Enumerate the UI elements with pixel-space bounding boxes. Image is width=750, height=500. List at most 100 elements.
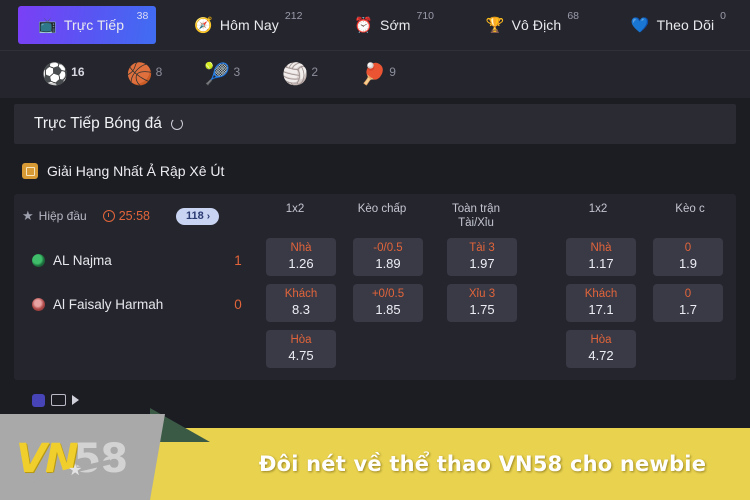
match-period-label: Hiệp đầu xyxy=(38,209,87,223)
markets-count-badge[interactable]: 118 › xyxy=(175,207,220,225)
page-title: Trực Tiếp Bóng đá xyxy=(34,115,162,132)
match-header: ★ Hiệp đầu 25:58 118 › 1x2 Kèo chấp Toàn… xyxy=(14,194,736,238)
column-header-handicap-b: Kèo c xyxy=(644,202,736,231)
odds-column-handicap-b: 0 1.9 0 1.7 xyxy=(640,238,736,368)
odds-label: Nhà xyxy=(290,242,312,255)
odds-label: Khách xyxy=(284,288,318,301)
league-header[interactable]: Giải Hạng Nhất Ả Rập Xê Út xyxy=(0,152,750,190)
odds-label: Khách xyxy=(584,288,618,301)
nav-tab-label: Sớm xyxy=(380,17,411,33)
sport-filter-tennis[interactable]: 🎾 3 xyxy=(204,64,240,85)
odds-cell[interactable]: Nhà 1.26 xyxy=(266,238,336,276)
odds-cell[interactable]: Xỉu 3 1.75 xyxy=(447,284,517,322)
odds-cell[interactable]: -0/0.5 1.89 xyxy=(353,238,423,276)
odds-label: Hòa xyxy=(290,334,312,347)
odds-cell[interactable]: Khách 8.3 xyxy=(266,284,336,322)
promo-banner: VN 58 ★ Đôi nét về thể thao VN58 cho new… xyxy=(0,408,750,500)
odds-value: 1.97 xyxy=(469,255,495,271)
column-sublabel: Toàn trận xyxy=(452,202,500,215)
odds-label: +0/0.5 xyxy=(371,288,405,301)
odds-label: Nhà xyxy=(590,242,612,255)
odds-cell[interactable]: +0/0.5 1.85 xyxy=(353,284,423,322)
column-header-1x2-a: 1x2 xyxy=(256,202,334,231)
match-status-group: ★ Hiệp đầu 25:58 118 › xyxy=(14,207,252,225)
odds-cell[interactable]: 0 1.7 xyxy=(653,284,723,322)
sport-count: 8 xyxy=(155,65,163,79)
odds-area: Nhà 1.26 Khách 8.3 Hòa 4.75 -0/0.5 1.89 … xyxy=(258,238,736,368)
column-header-1x2-b: 1x2 xyxy=(552,202,644,231)
clock-icon xyxy=(102,210,115,222)
sportsbook-screenshot: 📺 Trực Tiếp 38 🧭 Hôm Nay 212 ⏰ Sớm 710 🏆… xyxy=(0,0,750,500)
nav-tab-early[interactable]: ⏰ Sớm 710 xyxy=(342,6,448,44)
column-header-over-under: Toàn trận Tài/Xỉu xyxy=(430,202,522,231)
nav-tab-count: 0 xyxy=(720,10,727,22)
table-row[interactable]: AL Najma 1 xyxy=(32,238,258,282)
odds-cell[interactable]: Hòa 4.72 xyxy=(566,330,636,368)
nav-tab-today[interactable]: 🧭 Hôm Nay 212 xyxy=(182,6,316,44)
tennis-ball-icon: 🎾 xyxy=(204,63,231,86)
sport-filter-basketball[interactable]: 🏀 8 xyxy=(127,64,163,85)
league-badge-icon xyxy=(22,163,38,179)
match-body: AL Najma 1 Al Faisaly Harmah 0 Nhà 1.26 xyxy=(14,238,736,380)
star-icon[interactable]: ★ xyxy=(22,208,34,224)
table-tennis-icon: 🏓 xyxy=(360,63,387,86)
sport-filter-volleyball[interactable]: 🏐 2 xyxy=(282,64,318,85)
app-tile-icon xyxy=(32,393,45,407)
primary-nav: 📺 Trực Tiếp 38 🧭 Hôm Nay 212 ⏰ Sớm 710 🏆… xyxy=(0,0,750,50)
odds-column-1x2-a: Nhà 1.26 Khách 8.3 Hòa 4.75 xyxy=(262,238,340,368)
nav-tab-champion[interactable]: 🏆 Vô Địch 68 xyxy=(474,6,593,44)
column-label: Kèo chấp xyxy=(357,202,407,215)
nav-tab-label: Hôm Nay xyxy=(219,17,279,33)
odds-label: Xỉu 3 xyxy=(468,288,496,301)
odds-group-primary: Nhà 1.26 Khách 8.3 Hòa 4.75 -0/0.5 1.89 … xyxy=(258,238,528,368)
odds-column-over-under: Tài 3 1.97 Xỉu 3 1.75 xyxy=(436,238,528,368)
team-crest-icon xyxy=(32,253,45,267)
column-header-handicap-a: Kèo chấp xyxy=(334,202,430,231)
column-label: Tài/Xỉu xyxy=(458,217,494,229)
odds-value: 4.72 xyxy=(588,347,614,363)
odds-label: -0/0.5 xyxy=(373,242,403,255)
odds-cell[interactable]: Hòa 4.75 xyxy=(266,330,336,368)
sport-count: 3 xyxy=(233,65,241,79)
odds-value: 1.26 xyxy=(288,255,314,271)
odds-cell[interactable]: Khách 17.1 xyxy=(566,284,636,322)
trophy-icon: 🏆 xyxy=(485,16,505,34)
market-column-headers: 1x2 Kèo chấp Toàn trận Tài/Xỉu 1x2 Kèo c xyxy=(252,202,736,231)
basketball-icon: 🏀 xyxy=(126,63,153,86)
live-video-icon: 📺 xyxy=(38,16,57,34)
odds-value: 4.75 xyxy=(288,347,314,363)
sport-filter-table-tennis[interactable]: 🏓 9 xyxy=(360,64,396,85)
match-panel: ★ Hiệp đầu 25:58 118 › 1x2 Kèo chấp Toàn… xyxy=(14,194,736,380)
alarm-clock-icon: ⏰ xyxy=(354,16,373,34)
nav-tab-count: 68 xyxy=(567,10,579,22)
next-match-row-partial[interactable] xyxy=(14,388,736,412)
odds-cell[interactable]: 0 1.9 xyxy=(653,238,723,276)
column-label: 1x2 xyxy=(588,202,608,215)
odds-label: 0 xyxy=(684,288,692,301)
column-label: Kèo c xyxy=(675,202,705,215)
sport-count: 16 xyxy=(71,65,85,79)
team-name: Al Faisaly Harmah xyxy=(53,296,164,312)
odds-label: 0 xyxy=(684,242,692,255)
refresh-spinner-icon[interactable] xyxy=(170,118,183,130)
play-icon xyxy=(72,395,79,405)
star-icon: ★ xyxy=(68,462,83,479)
table-row[interactable]: Al Faisaly Harmah 0 xyxy=(32,282,258,326)
odds-label: Hòa xyxy=(590,334,612,347)
team-list: AL Najma 1 Al Faisaly Harmah 0 xyxy=(14,238,258,368)
nav-tab-live[interactable]: 📺 Trực Tiếp 38 xyxy=(18,6,157,44)
odds-column-1x2-b: Nhà 1.17 Khách 17.1 Hòa 4.72 xyxy=(562,238,640,368)
odds-value: 1.85 xyxy=(375,301,401,317)
soccer-ball-icon: ⚽ xyxy=(42,63,69,86)
team-score: 1 xyxy=(234,252,242,268)
tv-icon xyxy=(51,394,66,406)
sport-filter-soccer[interactable]: ⚽ 16 xyxy=(42,64,85,85)
nav-tab-follow[interactable]: 💙 Theo Dõi 0 xyxy=(619,6,740,44)
odds-cell[interactable]: Tài 3 1.97 xyxy=(447,238,517,276)
nav-tab-count: 38 xyxy=(136,10,149,22)
section-title-bar: Trực Tiếp Bóng đá xyxy=(14,104,736,144)
odds-cell-empty xyxy=(653,330,723,368)
odds-cell[interactable]: Nhà 1.17 xyxy=(566,238,636,276)
odds-value: 17.1 xyxy=(588,301,614,317)
odds-column-handicap-a: -0/0.5 1.89 +0/0.5 1.85 xyxy=(340,238,436,368)
